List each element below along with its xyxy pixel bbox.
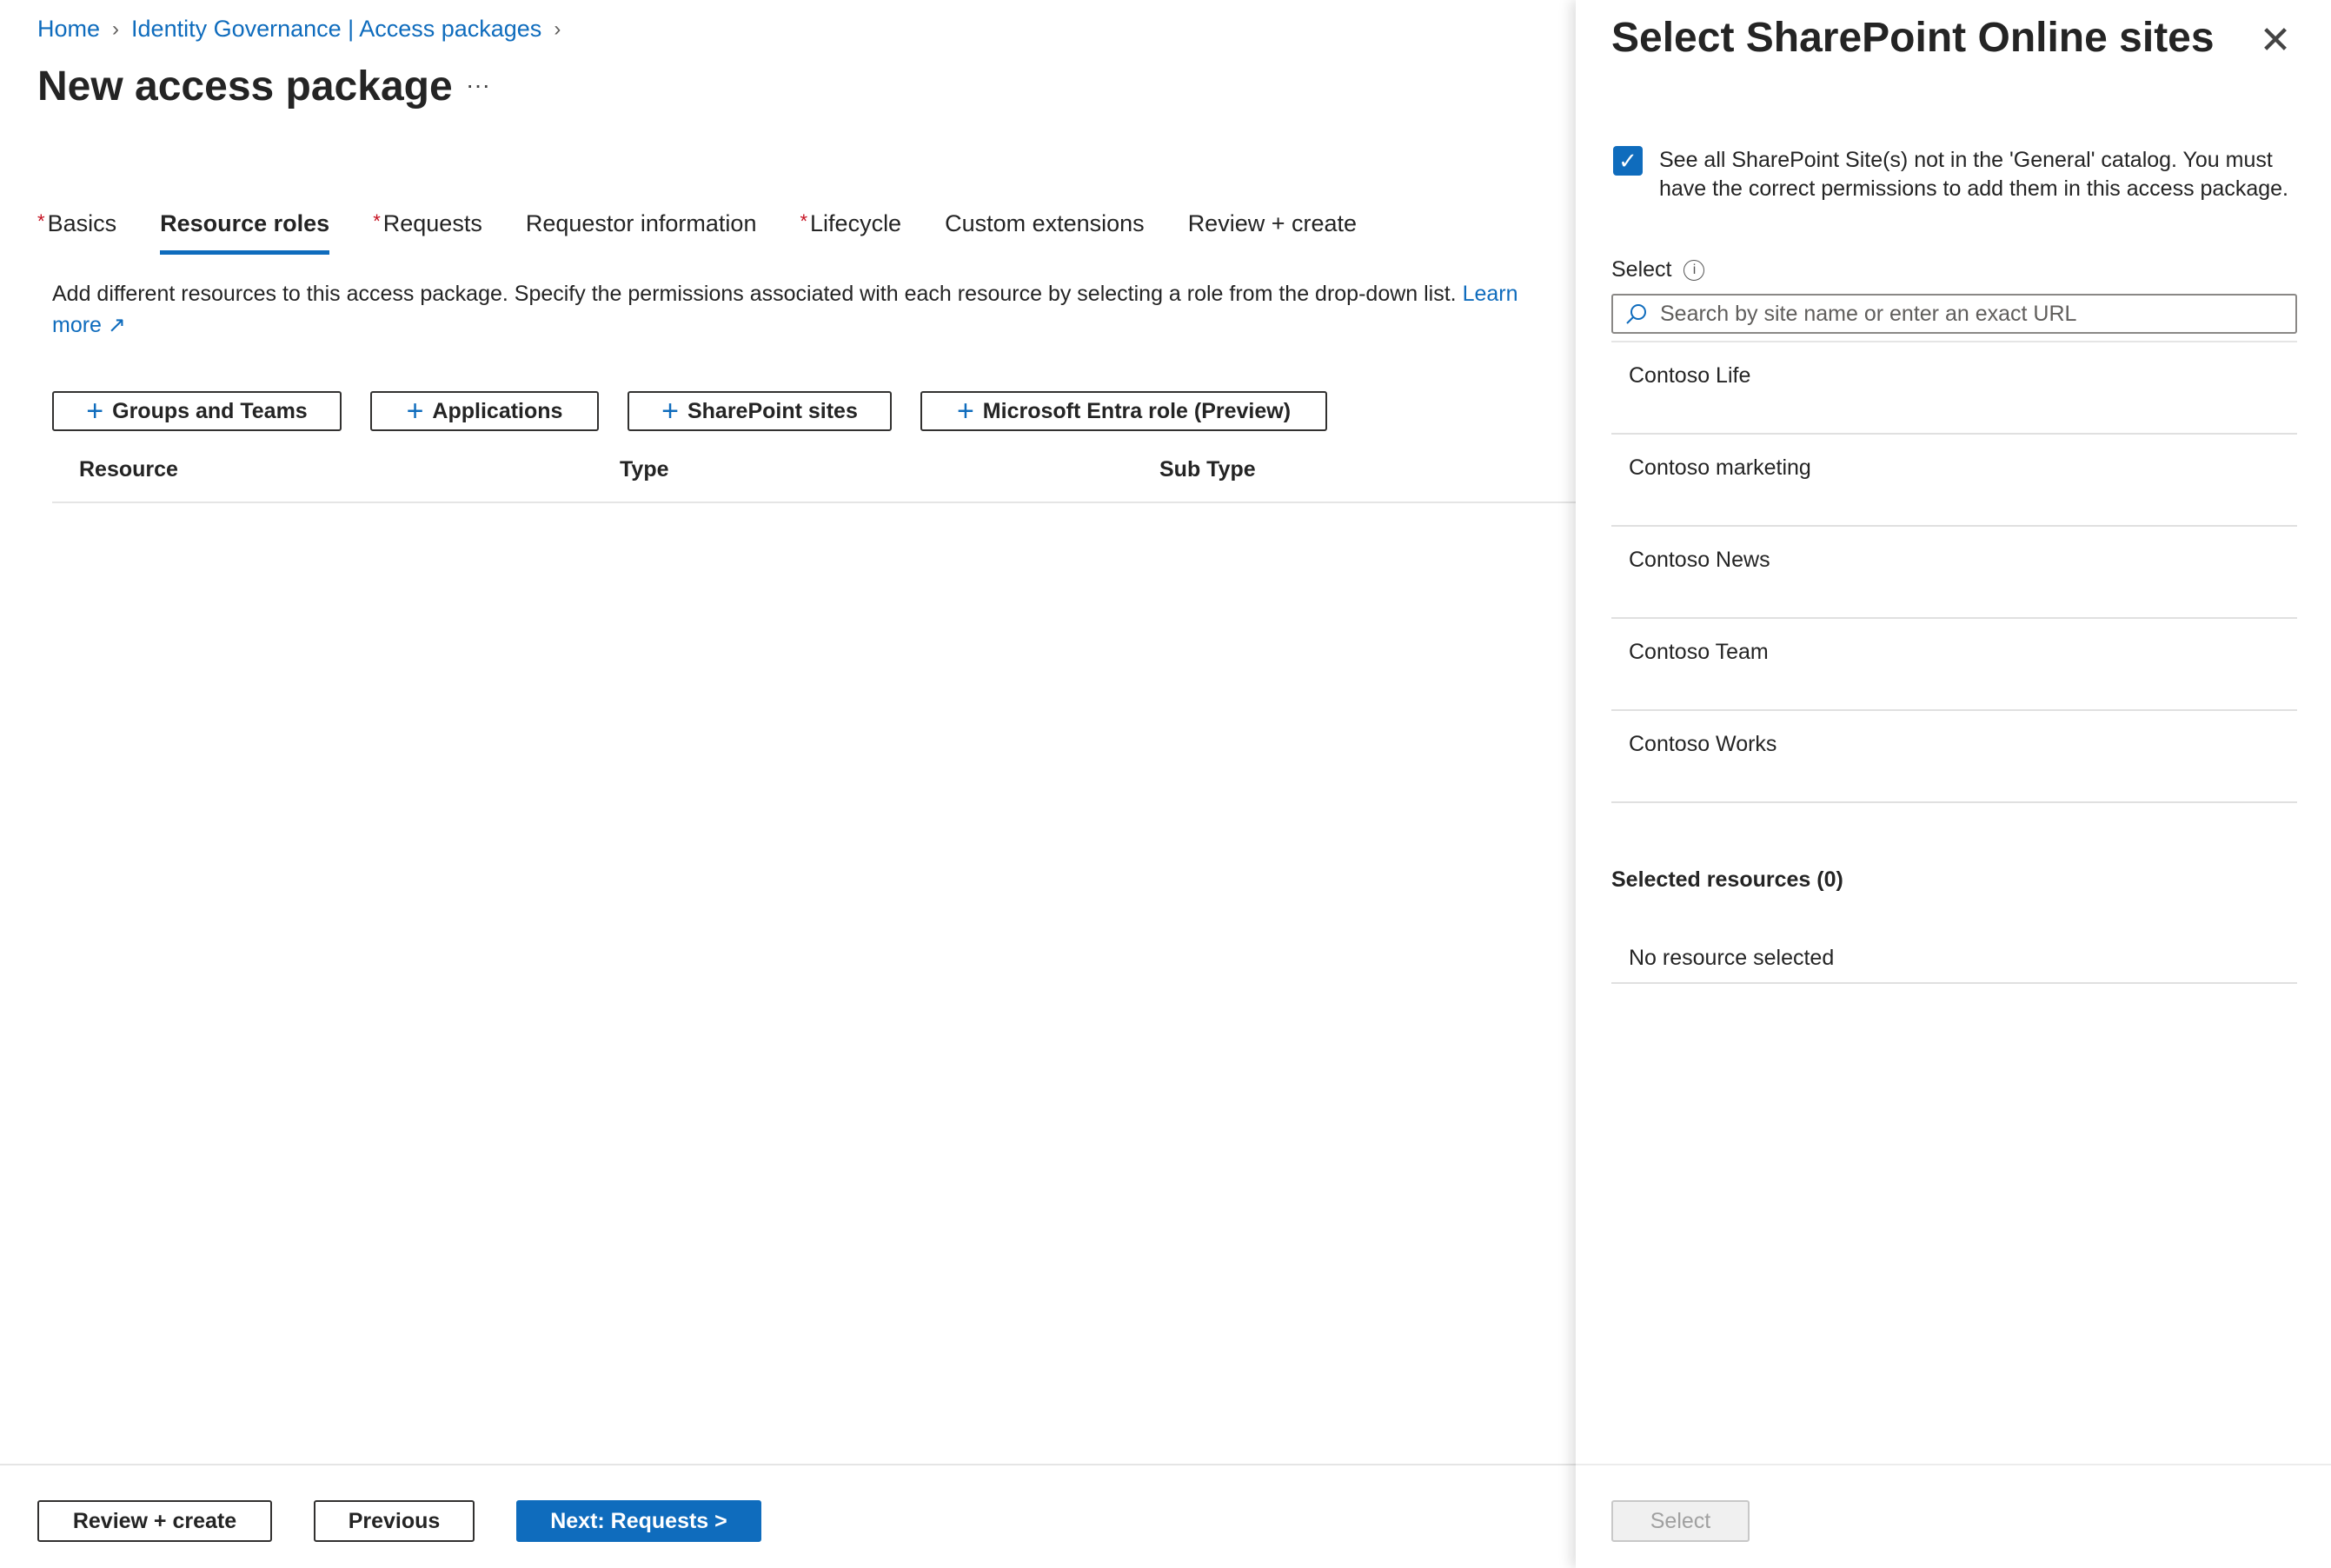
tab-label: Lifecycle — [810, 210, 902, 236]
tab-label: Basics — [47, 210, 117, 236]
breadcrumb-access-packages[interactable]: Identity Governance | Access packages — [131, 16, 541, 43]
panel-footer-divider — [1576, 1464, 2331, 1465]
select-label: Select — [1611, 257, 1672, 282]
description: Add different resources to this access p… — [52, 278, 1564, 341]
plus-icon: + — [661, 395, 679, 428]
info-icon[interactable]: i — [1684, 259, 1705, 281]
search-icon — [1626, 304, 1646, 324]
site-list-item[interactable]: Contoso Team — [1611, 619, 2297, 711]
tab-label: Custom extensions — [945, 210, 1145, 236]
tab-requests[interactable]: * Requests — [373, 210, 482, 249]
selected-resources-heading: Selected resources (0) — [1611, 867, 1843, 892]
tab-requestor-information[interactable]: Requestor information — [526, 210, 757, 249]
column-header-type[interactable]: Type — [620, 457, 669, 482]
page-title: New access package — [37, 63, 453, 110]
site-list-item[interactable]: Contoso Works — [1611, 711, 2297, 803]
checkmark-icon: ✓ — [1618, 148, 1637, 174]
tab-basics[interactable]: * Basics — [37, 210, 116, 249]
add-groups-teams-button[interactable]: + Groups and Teams — [52, 391, 342, 431]
tab-label: Requests — [382, 210, 482, 236]
review-create-button[interactable]: Review + create — [37, 1500, 272, 1542]
site-list-item[interactable]: Contoso marketing — [1611, 435, 2297, 527]
site-list-item[interactable]: Contoso Life — [1611, 342, 2297, 435]
plus-icon: + — [406, 395, 424, 428]
button-label: Applications — [432, 398, 563, 423]
button-label: Microsoft Entra role (Preview) — [982, 398, 1292, 423]
required-marker: * — [373, 210, 381, 232]
site-search-input[interactable] — [1660, 301, 2295, 327]
breadcrumb: Home › Identity Governance | Access pack… — [37, 16, 561, 43]
button-label: Groups and Teams — [112, 398, 308, 423]
site-search-box[interactable] — [1611, 294, 2297, 334]
more-options-button[interactable]: ··· — [466, 71, 490, 99]
see-all-sites-checkbox[interactable]: ✓ — [1613, 146, 1643, 176]
select-label-row: Select i — [1611, 257, 1705, 282]
external-link-icon: ↗ — [107, 313, 126, 337]
required-marker: * — [800, 210, 808, 232]
column-header-sub-type[interactable]: Sub Type — [1159, 457, 1256, 482]
table-divider — [52, 502, 1576, 503]
close-icon[interactable]: ✕ — [2254, 19, 2297, 63]
plus-icon: + — [86, 395, 104, 428]
chevron-right-icon: › — [554, 17, 561, 41]
site-list-item[interactable]: Contoso News — [1611, 527, 2297, 619]
checkbox-label: See all SharePoint Site(s) not in the 'G… — [1659, 148, 2288, 201]
next-requests-button[interactable]: Next: Requests > — [516, 1500, 761, 1542]
select-sharepoint-panel: Select SharePoint Online sites ✕ ✓ See a… — [1576, 0, 2331, 1568]
tab-label: Resource roles — [160, 210, 330, 236]
add-sharepoint-sites-button[interactable]: + SharePoint sites — [628, 391, 892, 431]
tab-custom-extensions[interactable]: Custom extensions — [945, 210, 1145, 249]
empty-selection-text: No resource selected — [1611, 925, 2297, 984]
add-applications-button[interactable]: + Applications — [370, 391, 599, 431]
previous-button[interactable]: Previous — [314, 1500, 475, 1542]
tab-lifecycle[interactable]: * Lifecycle — [800, 210, 901, 249]
required-marker: * — [37, 210, 45, 232]
tab-label: Requestor information — [525, 210, 757, 236]
tab-review-create[interactable]: Review + create — [1188, 210, 1357, 249]
tab-resource-roles[interactable]: Resource roles — [160, 210, 330, 255]
wizard-tabs: * Basics Resource roles * Requests Request… — [37, 210, 1400, 255]
chevron-right-icon: › — [112, 17, 120, 41]
tab-label: Review + create — [1187, 210, 1358, 236]
description-text: Add different resources to this access p… — [52, 282, 1463, 306]
button-label: SharePoint sites — [687, 398, 858, 423]
footer-divider — [0, 1464, 1576, 1465]
plus-icon: + — [956, 395, 974, 428]
breadcrumb-home[interactable]: Home — [37, 16, 100, 43]
select-button[interactable]: Select — [1611, 1500, 1750, 1542]
column-header-resource[interactable]: Resource — [79, 457, 178, 482]
panel-title: Select SharePoint Online sites — [1611, 15, 2215, 61]
add-entra-role-button[interactable]: + Microsoft Entra role (Preview) — [920, 391, 1327, 431]
